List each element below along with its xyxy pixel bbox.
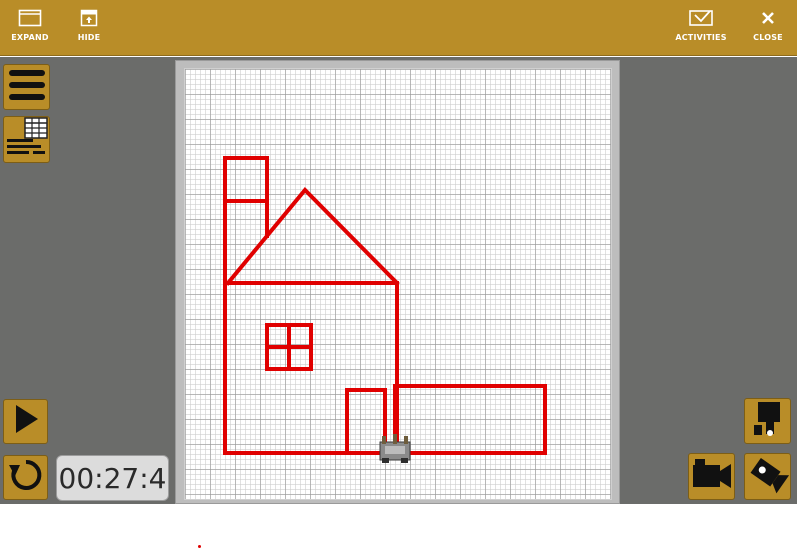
- reset-rotate-icon: [7, 456, 45, 499]
- activities-button[interactable]: ACTIVITIES: [672, 0, 730, 56]
- camera-button[interactable]: [688, 453, 735, 500]
- close-button[interactable]: CLOSE: [748, 0, 788, 56]
- robot-sprite-icon[interactable]: [377, 432, 413, 464]
- activities-label: ACTIVITIES: [675, 33, 727, 42]
- expand-window-icon: [18, 7, 42, 29]
- expand-label: EXPAND: [11, 33, 49, 42]
- expand-button[interactable]: EXPAND: [8, 0, 52, 56]
- hamburger-menu-icon: [7, 67, 47, 108]
- camera-angle-icon: [747, 453, 789, 500]
- elapsed-timer: 00:27:4: [56, 455, 169, 501]
- video-camera-icon: [691, 456, 733, 497]
- hide-panel-icon: [80, 7, 98, 29]
- stray-marker-dot: [198, 545, 201, 548]
- play-icon: [9, 402, 43, 441]
- menu-button[interactable]: [3, 64, 50, 110]
- hide-button[interactable]: HIDE: [72, 0, 106, 56]
- robot-view-icon: [748, 399, 788, 444]
- grid-list-icon: [5, 115, 49, 164]
- grid-list-button[interactable]: [3, 116, 50, 163]
- play-button[interactable]: [3, 399, 48, 444]
- camera-angle-button[interactable]: [744, 453, 791, 500]
- hide-label: HIDE: [77, 33, 101, 42]
- close-x-icon: [761, 7, 775, 29]
- robot-view-button[interactable]: [744, 398, 791, 444]
- reset-button[interactable]: [3, 455, 48, 500]
- activities-checkbox-icon: [688, 7, 714, 29]
- top-toolbar: EXPAND HIDE ACTIVITIES CLOSE: [0, 0, 797, 56]
- close-label: CLOSE: [753, 33, 783, 42]
